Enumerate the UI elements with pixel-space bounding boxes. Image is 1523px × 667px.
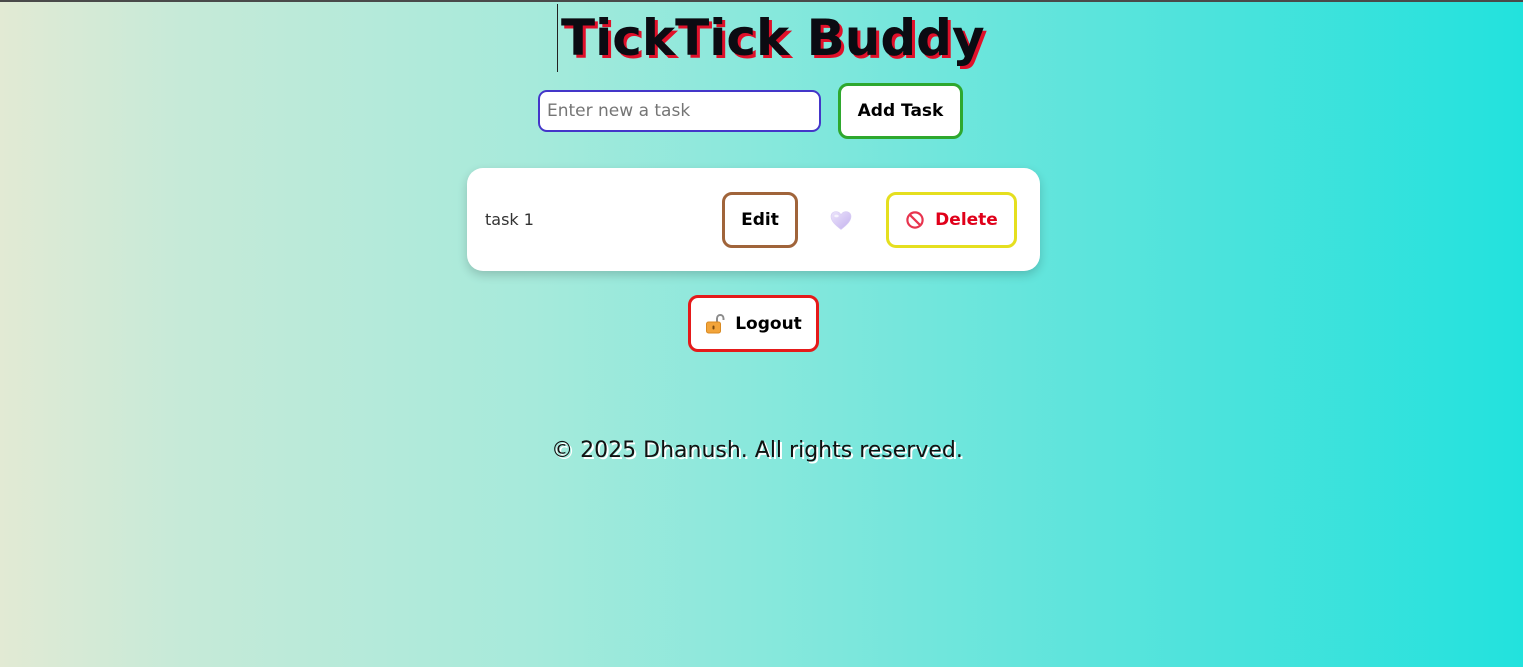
new-task-input[interactable] [538,90,821,132]
edit-label: Edit [741,210,779,230]
footer-copyright: © 2025 Dhanush. All rights reserved. [0,438,1510,463]
heart-icon[interactable] [829,208,853,232]
unlocked-padlock-icon [706,313,725,333]
edit-task-button[interactable]: Edit [722,192,798,248]
add-task-button[interactable]: Add Task [838,83,963,139]
delete-task-button[interactable]: Delete [886,192,1017,248]
logout-button[interactable]: Logout [688,295,819,352]
delete-label: Delete [935,210,998,230]
task-item: task 1 Edit Delete [467,168,1040,271]
task-text: task 1 [485,210,534,229]
logout-label: Logout [735,313,802,334]
window-top-border [0,0,1523,2]
add-task-label: Add Task [857,101,944,121]
prohibited-icon [906,211,924,229]
app-title: TickTick Buddy [557,4,985,72]
footer-text: © 2025 Dhanush. All rights reserved. [551,438,963,463]
